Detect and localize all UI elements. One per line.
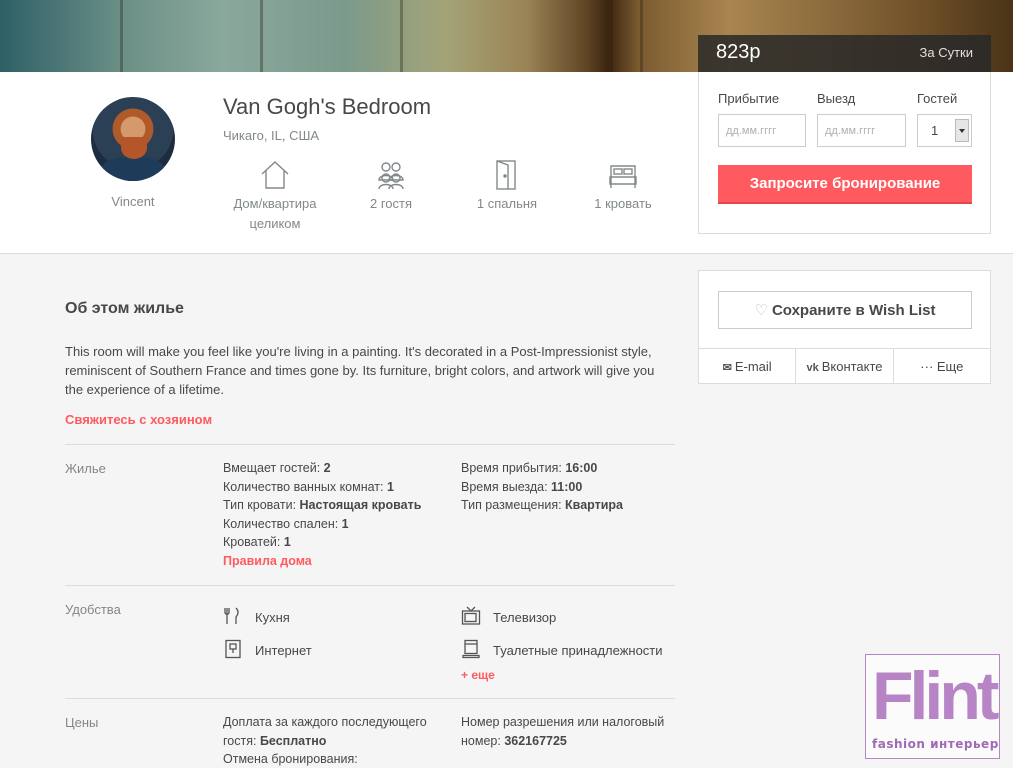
detail-row: Тип размещения: Квартира	[461, 498, 624, 512]
amenities-section-label: Удобства	[65, 602, 121, 617]
amenity-label: Интернет	[255, 643, 312, 658]
wishlist-panel: ♡ Сохраните в Wish List ✉ E-mail vk Вконтак…	[698, 270, 991, 384]
feature-room-type: Дом/квартира целиком	[220, 158, 330, 234]
guests-label: Гостей	[917, 91, 958, 106]
heart-icon: ♡	[754, 302, 768, 319]
amenity-label: Телевизор	[493, 610, 557, 625]
share-vk[interactable]: vk Вконтакте	[796, 349, 894, 384]
listing-title: Van Gogh's Bedroom	[223, 94, 432, 119]
checkin-label: Прибытие	[718, 91, 780, 106]
prices-right: Номер разрешения или налоговый номер: 36…	[461, 713, 679, 750]
detail-row: Кроватей: 1	[223, 535, 291, 549]
save-wishlist-button[interactable]: ♡ Сохраните в Wish List	[718, 291, 972, 329]
prices-left: Доплата за каждого последующего гостя: Б…	[223, 713, 438, 768]
feature-beds: 1 кровать	[568, 158, 678, 214]
host-name[interactable]: Vincent	[91, 194, 175, 209]
request-booking-button[interactable]: Запросите бронирование	[718, 165, 972, 204]
divider	[65, 444, 675, 445]
feature-guests: 2 гостя	[336, 158, 446, 214]
share-email-label: E-mail	[734, 359, 772, 374]
guests-value: 1	[931, 123, 939, 138]
detail-row: Количество ванных комнат: 1	[223, 479, 394, 494]
share-vk-label: Вконтакте	[821, 359, 883, 374]
checkin-input[interactable]: дд.мм.гггг	[718, 114, 806, 147]
tv-icon	[461, 606, 481, 625]
prices-section-label: Цены	[65, 715, 99, 730]
save-wishlist-label: Сохраните в Wish List	[771, 302, 936, 319]
detail-row: Вмещает гостей: 2	[223, 461, 331, 475]
price-bar: 823р За Сутки	[698, 35, 991, 72]
kitchen-icon	[224, 607, 239, 624]
guests-select[interactable]: 1	[917, 114, 972, 147]
cancellation-policy: Отмена бронирования:	[223, 752, 358, 766]
envelope-icon: ✉	[722, 362, 732, 374]
divider	[65, 698, 675, 699]
listing-location[interactable]: Чикаго, IL, США	[223, 128, 319, 143]
about-heading: Об этом жилье	[65, 300, 184, 317]
toiletries-icon	[462, 639, 480, 659]
internet-icon	[225, 639, 241, 659]
feature-bedrooms: 1 спальня	[452, 158, 562, 214]
feature-label: 1 кровать	[594, 196, 652, 211]
detail-row: Количество спален: 1	[223, 516, 349, 531]
housing-details-left: Вмещает гостей: 2 Количество ванных комн…	[223, 459, 453, 570]
detail-row: Время выезда: 11:00	[461, 479, 583, 494]
feature-label: Дом/квартира целиком	[233, 196, 317, 231]
housing-section-label: Жилье	[65, 461, 106, 476]
divider	[65, 585, 675, 586]
house-rules-link[interactable]: Правила дома	[223, 552, 453, 571]
share-bar: ✉ E-mail vk Вконтакте ··· Еще	[699, 348, 990, 384]
vk-icon: vk	[806, 362, 819, 374]
amenity-label: Кухня	[255, 610, 290, 625]
amenity-label: Туалетные принадлежности	[493, 643, 663, 658]
nightly-price: 823р	[716, 41, 761, 63]
watermark-logo-text: Flint	[872, 658, 1000, 734]
host-avatar[interactable]	[91, 97, 175, 181]
watermark-tagline: fashion интерьер	[872, 737, 999, 751]
bed-icon	[606, 158, 640, 192]
chevron-down-icon[interactable]	[955, 119, 969, 142]
house-icon	[258, 158, 292, 192]
detail-row: Тип кровати: Настоящая кровать	[223, 498, 422, 512]
booking-panel: Прибытие Выезд Гостей дд.мм.гггг дд.мм.г…	[698, 72, 991, 234]
guests-icon	[374, 158, 408, 192]
permit-number: Номер разрешения или налоговый номер: 36…	[461, 715, 665, 748]
more-amenities-link[interactable]: + еще	[461, 668, 495, 682]
door-icon	[490, 158, 524, 192]
checkout-input[interactable]: дд.мм.гггг	[817, 114, 906, 147]
housing-details-right: Время прибытия: 16:00 Время выезда: 11:0…	[461, 459, 675, 515]
price-period: За Сутки	[919, 45, 974, 60]
brand-watermark: Flint fashion интерьер	[865, 654, 1000, 759]
about-description: This room will make you feel like you're…	[65, 344, 655, 397]
share-more-label: ··· Еще	[920, 359, 964, 374]
share-more[interactable]: ··· Еще	[894, 349, 990, 384]
feature-label: 2 гостя	[369, 196, 413, 211]
feature-label: 1 спальня	[476, 196, 538, 211]
extra-guest-fee: Доплата за каждого последующего гостя: Б…	[223, 715, 427, 748]
detail-row: Время прибытия: 16:00	[461, 461, 598, 475]
checkout-label: Выезд	[817, 91, 856, 106]
share-email[interactable]: ✉ E-mail	[699, 349, 797, 384]
contact-host-link[interactable]: Свяжитесь с хозяином	[65, 412, 212, 427]
